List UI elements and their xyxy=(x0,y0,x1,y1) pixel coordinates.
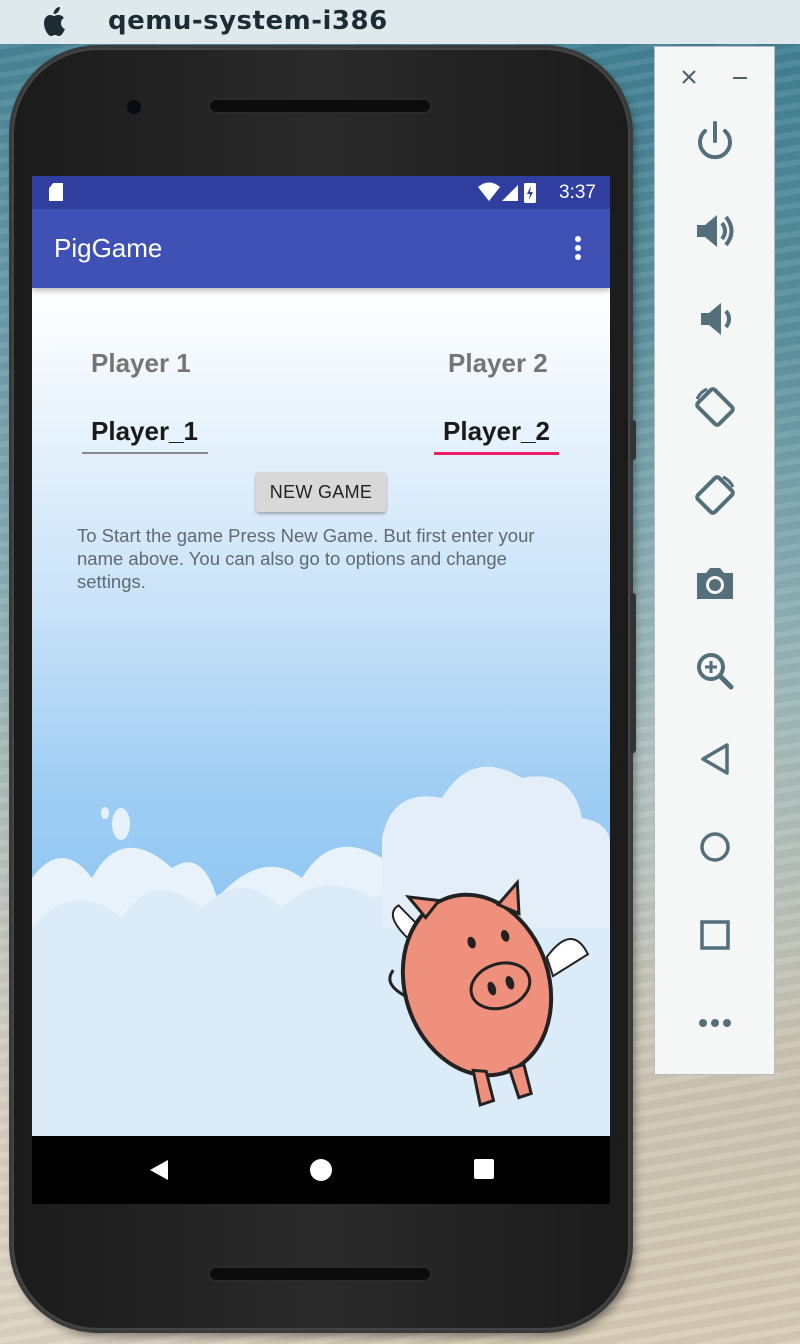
player2-label: Player 2 xyxy=(448,348,548,378)
nav-home-icon[interactable] xyxy=(309,1158,333,1182)
status-bar: 3:37 xyxy=(32,176,610,209)
battery-icon xyxy=(524,183,536,203)
back-icon[interactable] xyxy=(691,735,739,783)
camera-icon[interactable] xyxy=(691,559,739,607)
signal-icon xyxy=(502,185,518,201)
player1-field-underline xyxy=(82,452,208,454)
emulator-control-panel xyxy=(654,46,775,1075)
flying-pig-illustration xyxy=(32,766,610,1204)
device-screen: 3:37 PigGame Player 1 Player 2 NEW GAME … xyxy=(32,176,610,1204)
wifi-icon xyxy=(478,182,500,201)
earpiece-speaker xyxy=(208,98,432,114)
close-icon[interactable] xyxy=(681,69,697,85)
power-icon[interactable] xyxy=(691,117,739,165)
player1-name-field[interactable] xyxy=(91,413,231,449)
navigation-bar xyxy=(32,1136,610,1204)
front-camera xyxy=(127,100,141,114)
sd-card-icon xyxy=(49,183,63,201)
side-button[interactable] xyxy=(630,420,636,460)
volume-down-icon[interactable] xyxy=(691,295,739,343)
menu-bar: qemu-system-i386 xyxy=(0,0,800,44)
rotate-right-icon[interactable] xyxy=(691,471,739,519)
more-icon[interactable] xyxy=(691,999,739,1047)
apple-logo-icon[interactable] xyxy=(40,6,70,38)
volume-up-icon[interactable] xyxy=(691,207,739,255)
player2-name-field[interactable] xyxy=(443,413,583,449)
player1-label: Player 1 xyxy=(91,348,191,378)
overflow-menu-icon[interactable] xyxy=(570,236,586,264)
rotate-left-icon[interactable] xyxy=(691,383,739,431)
overview-icon[interactable] xyxy=(691,911,739,959)
instructions-text: To Start the game Press New Game. But fi… xyxy=(77,525,535,592)
player2-field-underline xyxy=(434,452,559,455)
minimize-icon[interactable] xyxy=(732,69,748,85)
window-title: qemu-system-i386 xyxy=(108,6,388,36)
app-toolbar: PigGame xyxy=(32,209,610,288)
main-content: Player 1 Player 2 NEW GAME To Start the … xyxy=(32,288,610,1204)
app-title: PigGame xyxy=(54,233,163,263)
status-time: 3:37 xyxy=(559,182,596,203)
home-icon[interactable] xyxy=(691,823,739,871)
status-icons xyxy=(478,182,536,203)
bottom-speaker xyxy=(208,1266,432,1282)
volume-rocker[interactable] xyxy=(630,593,636,753)
zoom-icon[interactable] xyxy=(691,647,739,695)
nav-overview-icon[interactable] xyxy=(473,1158,495,1180)
nav-back-icon[interactable] xyxy=(148,1158,170,1182)
new-game-button[interactable]: NEW GAME xyxy=(256,472,386,512)
